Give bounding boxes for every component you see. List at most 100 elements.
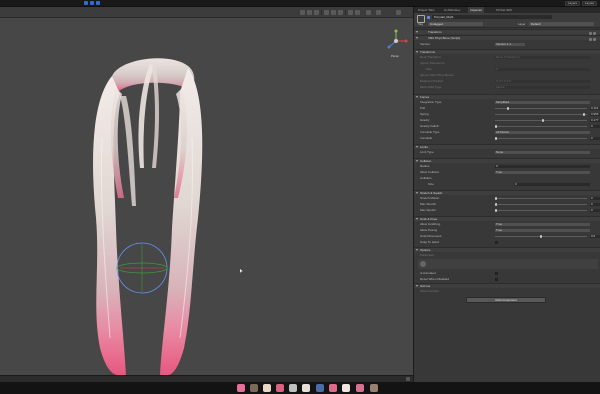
root-transform-field[interactable]: None (Transform): [495, 56, 590, 59]
status-bar: [0, 375, 413, 382]
section-forces[interactable]: Forces: [414, 94, 600, 99]
taskbar-app-icon[interactable]: [250, 384, 258, 392]
lighting-toggle-icon[interactable]: [314, 10, 319, 15]
taskbar-app-icon[interactable]: [302, 384, 310, 392]
orientation-gizmo-icon[interactable]: [384, 29, 408, 57]
version-dropdown[interactable]: Version 1.1: [495, 43, 525, 46]
search-icon[interactable]: [366, 10, 371, 15]
spring-value[interactable]: 0.956: [590, 113, 600, 116]
colliders-size-row: Size 0: [414, 182, 600, 187]
immobile-value[interactable]: 0: [590, 137, 600, 140]
layers-dropdown[interactable]: Layers: [565, 1, 581, 6]
pull-slider-handle[interactable]: [507, 107, 509, 110]
taskbar-app-icon[interactable]: [276, 384, 284, 392]
reset-when-disabled-checkbox[interactable]: [495, 278, 498, 281]
max-stretch-slider[interactable]: [495, 204, 587, 205]
is-animated-checkbox[interactable]: [495, 272, 498, 275]
layout-dropdown[interactable]: Layout: [582, 1, 598, 6]
gravity-falloff-row: Gravity Falloff 0: [414, 124, 600, 129]
gravity-falloff-handle[interactable]: [495, 125, 497, 128]
taskbar-app-icon[interactable]: [263, 384, 271, 392]
integration-type-dropdown[interactable]: Simplified: [495, 101, 590, 104]
add-component-button[interactable]: Add Component: [466, 297, 546, 303]
section-options[interactable]: Options: [414, 247, 600, 252]
taskbar-app-icon[interactable]: [237, 384, 245, 392]
effects-icon[interactable]: [331, 10, 336, 15]
section-transforms[interactable]: Transforms: [414, 49, 600, 54]
pull-value[interactable]: 0.116: [590, 107, 600, 110]
stretch-motion-slider[interactable]: [495, 198, 587, 199]
spring-slider-handle[interactable]: [583, 113, 585, 116]
active-checkbox[interactable]: [427, 16, 430, 19]
allow-posing-dropdown[interactable]: True: [495, 229, 590, 232]
gravity-slider[interactable]: [495, 120, 587, 121]
allow-grabbing-dropdown[interactable]: True: [495, 223, 590, 226]
radius-row: Radius 0: [414, 164, 600, 169]
taskbar-app-icon[interactable]: [356, 384, 364, 392]
gravity-falloff-slider[interactable]: [495, 126, 587, 127]
ignore-transforms-row[interactable]: Ignore Transforms: [414, 61, 600, 66]
show-gizmos-row: Show Gizmos: [420, 289, 439, 293]
gravity-falloff-value[interactable]: 0: [590, 125, 600, 128]
max-stretch-row: Max Stretch 0: [414, 202, 600, 207]
section-stretch-squish[interactable]: Stretch & Squish: [414, 190, 600, 195]
max-squish-handle[interactable]: [495, 209, 497, 212]
endpoint-position-field[interactable]: X 0 Y 0 Z 0: [495, 80, 590, 83]
gravity-value[interactable]: 0.177: [590, 119, 600, 122]
object-header: Ponytail_Right Tag Untagged Layer Defaul…: [414, 13, 600, 28]
gravity-slider-handle[interactable]: [542, 119, 544, 122]
section-limits[interactable]: Limits: [414, 144, 600, 149]
immobile-slider-handle[interactable]: [495, 137, 497, 140]
multi-child-dropdown[interactable]: Ignore: [495, 86, 590, 89]
component-transform[interactable]: Transform: [414, 29, 600, 35]
2d-toggle-icon[interactable]: [307, 10, 312, 15]
radius-field[interactable]: 0: [495, 165, 590, 168]
max-squish-slider[interactable]: [495, 210, 587, 211]
shading-mode-icon[interactable]: [300, 10, 305, 15]
colliders-size-field[interactable]: 0: [514, 183, 590, 186]
taskbar-app-icon[interactable]: [316, 384, 324, 392]
pause-icon[interactable]: [90, 1, 94, 5]
limit-type-dropdown[interactable]: None: [495, 151, 590, 154]
scene-toolbar: [0, 7, 413, 18]
status-icon[interactable]: [406, 377, 410, 381]
taskbar-app-icon[interactable]: [329, 384, 337, 392]
section-gizmos[interactable]: Gizmos: [414, 283, 600, 288]
ignore-size-field[interactable]: 0: [495, 68, 590, 71]
component-physbone[interactable]: VRC Phys Bone (Script): [414, 35, 600, 41]
grab-movement-value[interactable]: 0.5: [590, 235, 600, 238]
taskbar-app-icon[interactable]: [289, 384, 297, 392]
gizmos-icon[interactable]: [355, 10, 360, 15]
section-collision[interactable]: Collision: [414, 158, 600, 163]
object-name-field[interactable]: Ponytail_Right: [432, 15, 552, 19]
is-animated-row: Is Animated: [414, 271, 600, 276]
scene-menu-icon[interactable]: [396, 10, 401, 15]
spring-slider[interactable]: [495, 114, 587, 115]
immobile-slider[interactable]: [495, 138, 587, 139]
stretch-motion-value[interactable]: 0: [590, 197, 600, 200]
snap-to-hand-checkbox[interactable]: [495, 241, 498, 244]
hidden-objects-icon[interactable]: [338, 10, 343, 15]
audio-toggle-icon[interactable]: [324, 10, 329, 15]
play-icon[interactable]: [84, 1, 88, 5]
taskbar: [0, 382, 600, 394]
tag-dropdown[interactable]: Untagged: [428, 22, 483, 26]
ignore-physbones-row[interactable]: Ignore Other Phys Bones: [414, 73, 600, 78]
layers-icon[interactable]: [376, 10, 381, 15]
allow-collision-dropdown[interactable]: True: [495, 171, 590, 174]
taskbar-app-icon[interactable]: [342, 384, 350, 392]
step-icon[interactable]: [96, 1, 100, 5]
projection-label[interactable]: Persp: [391, 54, 399, 58]
section-grab-pose[interactable]: Grab & Pose: [414, 216, 600, 221]
scene-view[interactable]: Persp: [0, 7, 413, 375]
max-stretch-value[interactable]: 0: [590, 203, 600, 206]
scene-camera-icon[interactable]: [348, 10, 353, 15]
colliders-row[interactable]: Colliders: [414, 176, 600, 181]
max-stretch-handle[interactable]: [495, 203, 497, 206]
grab-movement-handle[interactable]: [540, 235, 542, 238]
taskbar-app-icon[interactable]: [370, 384, 378, 392]
layer-dropdown[interactable]: Default: [529, 22, 594, 26]
max-squish-value[interactable]: 0: [590, 209, 600, 212]
immobile-type-dropdown[interactable]: All Motion: [495, 131, 590, 134]
stretch-motion-handle[interactable]: [495, 197, 497, 200]
